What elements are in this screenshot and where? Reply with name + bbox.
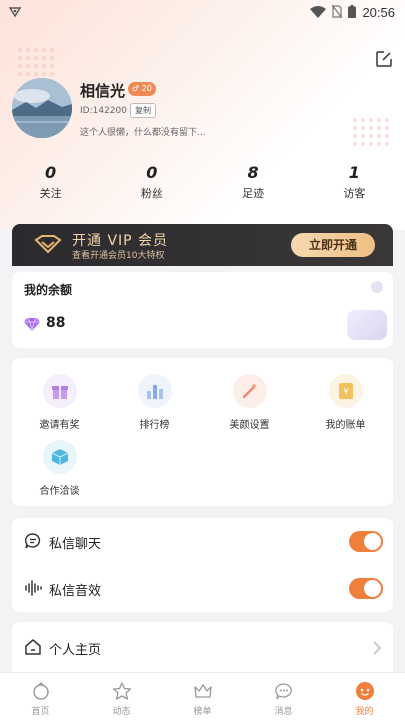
status-bar: 20:56 (0, 0, 405, 24)
diamond-icon (24, 316, 40, 335)
status-time: 20:56 (362, 5, 395, 20)
ranking-icon (137, 374, 172, 408)
stat-footprints[interactable]: 8 足迹 (203, 163, 304, 201)
wifi-icon (310, 3, 327, 22)
feature-ranking[interactable]: 排行榜 (107, 374, 202, 431)
feature-label: 我的账单 (325, 420, 366, 431)
vip-banner[interactable]: 开通 VIP 会员 查看开通会员10大特权 立即开通 (12, 224, 393, 266)
feature-invite[interactable]: 邀请有奖 (12, 374, 107, 431)
user-bio: 这个人很懒，什么都没有留下... (80, 128, 206, 138)
private-chat-toggle[interactable] (349, 531, 383, 552)
stat-label: 关注 (39, 187, 62, 200)
nav-profile[interactable]: 我的 (324, 673, 405, 720)
chevron-right-icon (373, 640, 382, 659)
decorative-dots (18, 48, 54, 76)
personal-homepage-row[interactable]: 个人主页 (12, 622, 393, 672)
nav-home[interactable]: 首页 (0, 673, 81, 720)
nav-label: 动态 (112, 707, 131, 717)
stat-label: 粉丝 (140, 187, 163, 200)
balance-title: 我的余额 (24, 283, 73, 297)
feature-label: 美颜设置 (229, 420, 270, 431)
feature-cooperation[interactable]: 合作洽谈 (12, 440, 107, 497)
feature-label: 合作洽谈 (39, 486, 80, 497)
avatar[interactable] (12, 78, 72, 138)
home-outline-icon (24, 638, 42, 660)
nav-label: 榜单 (193, 707, 212, 717)
setting-row-message-sound: 私信音效 (12, 565, 393, 612)
chevron-right-icon (371, 281, 383, 293)
vip-crown-icon (34, 234, 62, 258)
stat-value: 1 (348, 163, 360, 182)
stat-following[interactable]: 0 关注 (0, 163, 101, 201)
vip-title: 开通 VIP 会员 (72, 233, 169, 249)
stat-value: 0 (146, 163, 158, 182)
setting-row-private-chat: 私信聊天 (12, 518, 393, 565)
app-notification-icon (8, 4, 22, 23)
user-id: ID:142200 (80, 106, 127, 116)
wallet-illustration-icon (347, 310, 387, 340)
battery-icon (348, 3, 357, 22)
profile-stats: 0 关注 0 粉丝 8 足迹 1 访客 (0, 163, 405, 201)
setting-label: 私信音效 (49, 584, 102, 599)
stat-value: 8 (247, 163, 259, 182)
gender-age-badge: ♂ 20 (128, 82, 156, 96)
edit-profile-icon[interactable] (375, 50, 393, 72)
balance-amount: 88 (46, 315, 66, 331)
magic-wand-icon (232, 374, 267, 408)
username: 相信光 (80, 82, 126, 100)
nav-label: 首页 (31, 707, 50, 717)
star-face-icon (81, 681, 162, 701)
profile-face-icon (324, 681, 405, 701)
chat-bubble-icon (24, 532, 42, 554)
gift-icon (42, 374, 77, 408)
copy-id-button[interactable]: 复制 (130, 103, 156, 118)
feature-label: 排行榜 (139, 420, 170, 431)
message-settings: 私信聊天 私信音效 (12, 518, 393, 612)
bottom-navigation: 首页 动态 榜单 消息 我的 (0, 672, 405, 720)
feature-grid: 邀请有奖 排行榜 美颜设置 ¥ 我的账单 合作洽谈 (12, 358, 393, 506)
balance-card[interactable]: 我的余额 88 (12, 272, 393, 348)
vip-subscribe-button[interactable]: 立即开通 (291, 233, 375, 257)
homepage-label: 个人主页 (49, 643, 102, 658)
nav-feed[interactable]: 动态 (81, 673, 162, 720)
sound-wave-icon (24, 579, 42, 601)
message-sound-toggle[interactable] (349, 578, 383, 599)
crown-icon (162, 681, 243, 701)
stat-visitors[interactable]: 1 访客 (304, 163, 405, 201)
home-icon (0, 681, 81, 701)
nav-messages[interactable]: 消息 (243, 673, 324, 720)
setting-label: 私信聊天 (49, 537, 102, 552)
stat-label: 访客 (343, 187, 366, 200)
bill-icon: ¥ (328, 374, 363, 408)
feature-label: 邀请有奖 (39, 420, 80, 431)
message-icon (243, 681, 324, 701)
feature-beauty-settings[interactable]: 美颜设置 (202, 374, 297, 431)
stat-fans[interactable]: 0 粉丝 (101, 163, 202, 201)
decorative-dots (353, 118, 389, 146)
nav-label: 我的 (355, 707, 374, 717)
stat-value: 0 (45, 163, 57, 182)
svg-text:¥: ¥ (343, 387, 348, 396)
stat-label: 足迹 (242, 187, 265, 200)
nav-label: 消息 (274, 707, 293, 717)
feature-bills[interactable]: ¥ 我的账单 (298, 374, 393, 431)
vip-subtitle: 查看开通会员10大特权 (72, 251, 165, 261)
cube-icon (42, 440, 77, 474)
nav-leaderboard[interactable]: 榜单 (162, 673, 243, 720)
no-sim-icon (331, 3, 343, 22)
